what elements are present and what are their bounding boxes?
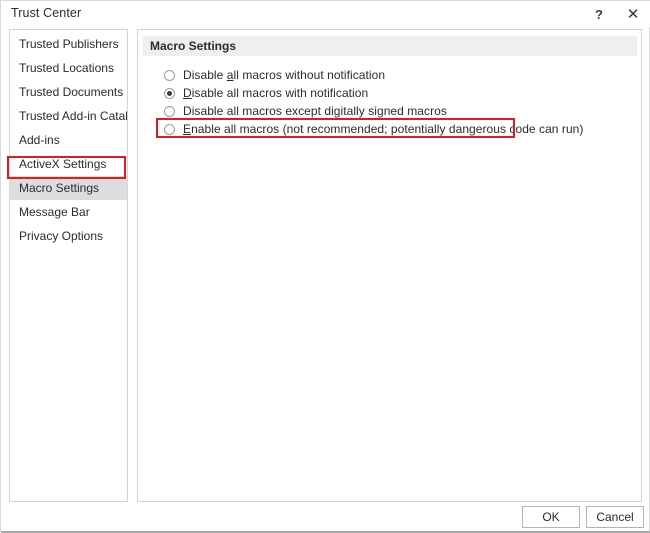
ok-button[interactable]: OK (522, 506, 580, 528)
sidebar-item-macro-settings[interactable]: Macro Settings (10, 176, 127, 200)
sidebar-item-label: Trusted Add-in Catalogs (19, 109, 128, 123)
sidebar-item-label: Add-ins (19, 133, 60, 147)
radio-label: Enable all macros (not recommended; pote… (183, 122, 584, 136)
sidebar-item-trusted-add-in-catalogs[interactable]: Trusted Add-in Catalogs (10, 104, 127, 128)
cancel-button[interactable]: Cancel (586, 506, 644, 528)
radio-disable-all-macros-except[interactable]: Disable all macros except digitally sign… (164, 102, 634, 120)
macro-settings-radio-group: Disable all macros without notification D… (164, 66, 634, 138)
radio-button-icon[interactable] (164, 69, 175, 81)
sidebar-item-list: Trusted Publishers Trusted Locations Trust… (10, 32, 127, 248)
sidebar-item-privacy-options[interactable]: Privacy Options (10, 224, 127, 248)
radio-label: Disable all macros without notification (183, 68, 386, 82)
sidebar-item-trusted-publishers[interactable]: Trusted Publishers (10, 32, 127, 56)
radio-enable-all-macros-not[interactable]: Enable all macros (not recommended; pote… (164, 120, 634, 138)
main-panel: Macro Settings Disable all macros withou… (137, 29, 642, 502)
category-sidebar: Trusted Publishers Trusted Locations Trust… (9, 29, 128, 502)
sidebar-item-add-ins[interactable]: Add-ins (10, 128, 127, 152)
sidebar-item-label: Message Bar (19, 205, 90, 219)
title-bar: Trust Center ? ✕ (1, 1, 650, 27)
sidebar-item-label: Trusted Documents (19, 85, 124, 99)
close-icon[interactable]: ✕ (617, 1, 649, 27)
sidebar-item-label: ActiveX Settings (19, 157, 107, 171)
radio-button-icon[interactable] (164, 123, 175, 135)
sidebar-item-label: Trusted Publishers (19, 37, 119, 51)
radio-label: Disable all macros with notification (183, 86, 369, 100)
radio-disable-all-macros-with[interactable]: Disable all macros with notification (164, 84, 634, 102)
sidebar-item-label: Trusted Locations (19, 61, 114, 75)
sidebar-item-trusted-documents[interactable]: Trusted Documents (10, 80, 127, 104)
sidebar-item-label: Privacy Options (19, 229, 104, 243)
help-icon[interactable]: ? (583, 1, 615, 27)
radio-disable-all-macros-without[interactable]: Disable all macros without notification (164, 66, 634, 84)
trust-center-dialog: Trust Center ? ✕ Trusted Publishers Trust… (0, 0, 650, 533)
radio-button-icon[interactable] (164, 87, 175, 99)
group-title: Macro Settings (143, 36, 637, 56)
sidebar-item-trusted-locations[interactable]: Trusted Locations (10, 56, 127, 80)
sidebar-item-label: Macro Settings (19, 181, 100, 195)
sidebar-item-activex-settings[interactable]: ActiveX Settings (10, 152, 127, 176)
sidebar-item-message-bar[interactable]: Message Bar (10, 200, 127, 224)
radio-button-icon[interactable] (164, 105, 175, 117)
radio-label: Disable all macros except digitally sign… (183, 104, 447, 118)
window-title: Trust Center (11, 6, 82, 20)
